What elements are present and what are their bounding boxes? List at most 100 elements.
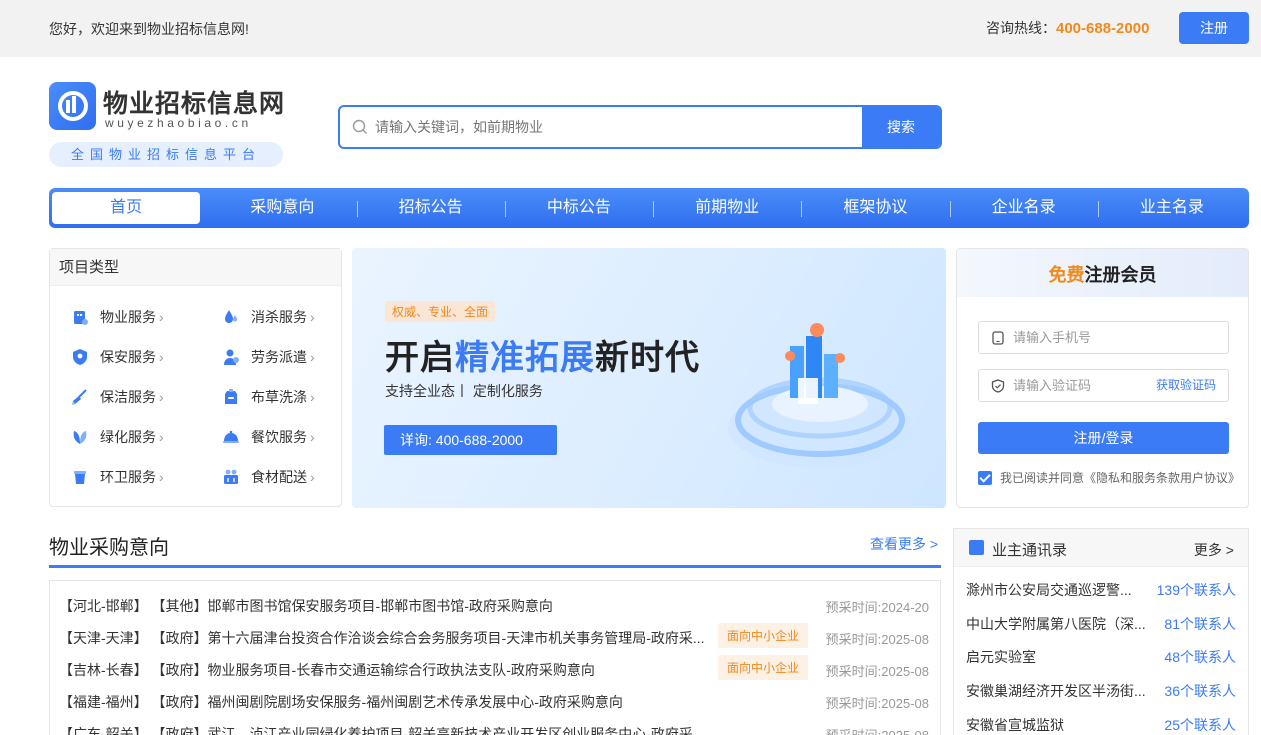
contact-name[interactable]: 安徽省宣城监狱 <box>966 715 1146 735</box>
register-button[interactable]: 注册 <box>1179 12 1249 44</box>
type-disinfection-service[interactable]: 消杀服务 › <box>222 307 315 327</box>
contact-count[interactable]: 139个联系人 <box>1157 580 1236 600</box>
agreement-checkbox[interactable] <box>978 470 992 485</box>
nav-item-purchase-intent[interactable]: 采购意向 <box>208 192 356 224</box>
broom-icon <box>72 389 87 405</box>
project-types-title: 项目类型 <box>50 249 341 286</box>
leaf-icon <box>73 431 87 444</box>
chevron-right-icon: › <box>310 309 315 325</box>
section-divider <box>49 565 941 568</box>
phone-field[interactable]: 请输入手机号 <box>978 321 1229 354</box>
list-item-time: 预采时间:2024-20 <box>825 600 929 615</box>
droplet-icon <box>225 310 237 323</box>
type-sanitation-service[interactable]: 环卫服务 › <box>71 467 164 487</box>
chevron-right-icon: › <box>310 429 315 445</box>
list-item-time: 预采时间:2025-08 <box>825 632 929 647</box>
phone-icon <box>992 331 1004 345</box>
type-greening-service[interactable]: 绿化服务 › <box>71 427 164 447</box>
list-item-title[interactable]: 【天津-天津】 【政府】第十六届津台投资合作洽谈会综合会务服务项目-天津市机关事… <box>59 628 709 648</box>
banner-headline-post: 新时代 <box>595 339 700 377</box>
contact-count[interactable]: 48个联系人 <box>1164 647 1236 667</box>
banner-subtitle: 支持全业态丨 定制化服务 <box>385 383 543 399</box>
search-button[interactable]: 搜索 <box>862 107 940 147</box>
type-label: 布草洗涤 <box>251 389 307 405</box>
list-item-time: 预采时间:2025-08 <box>825 664 929 679</box>
contact-count[interactable]: 25个联系人 <box>1164 715 1236 735</box>
logo-title: 物业招标信息网 <box>103 90 286 118</box>
contact-name[interactable]: 启元实验室 <box>966 647 1146 667</box>
type-label: 劳务派遣 <box>251 349 307 365</box>
contacts-header: 业主通讯录 更多 > <box>954 529 1248 567</box>
nav-item-tender[interactable]: 招标公告 <box>356 192 505 224</box>
code-field[interactable]: 请输入验证码 获取验证码 <box>978 369 1229 402</box>
shield-check-icon <box>991 379 1005 393</box>
type-labor-dispatch[interactable]: 劳务派遣 › <box>222 347 315 367</box>
register-login-button[interactable]: 注册/登录 <box>978 422 1229 454</box>
contact-name[interactable]: 安徽巢湖经济开发区半汤街... <box>966 681 1146 701</box>
type-linen-washing[interactable]: 布草洗涤 › <box>222 387 315 407</box>
type-label: 保洁服务 <box>100 389 156 405</box>
type-security-service[interactable]: 保安服务 › <box>71 347 164 367</box>
washer-icon <box>225 389 237 404</box>
search-icon <box>352 119 367 134</box>
main-nav: 首页 采购意向 招标公告 中标公告 前期物业 框架协议 企业名录 业主名录 <box>49 188 1249 228</box>
member-title-rest: 注册会员 <box>1084 265 1157 285</box>
type-catering-service[interactable]: 餐饮服务 › <box>222 427 315 447</box>
contact-count[interactable]: 81个联系人 <box>1164 614 1236 634</box>
banner-headline-pre: 开启 <box>385 339 455 377</box>
phone-placeholder: 请输入手机号 <box>1013 330 1092 345</box>
contact-name[interactable]: 中山大学附属第八医院（深... <box>966 614 1146 634</box>
list-item-title[interactable]: 【福建-福州】 【政府】福州闽剧院剧场安保服务-福州闽剧艺术传承发展中心-政府采… <box>59 692 709 712</box>
nav-item-home[interactable]: 首页 <box>52 192 201 224</box>
nav-item-early-property[interactable]: 前期物业 <box>653 192 801 224</box>
type-food-delivery[interactable]: 食材配送 › <box>222 467 315 487</box>
list-item-title[interactable]: 【广东-韶关】 【政府】武江、浈江产业园绿化养护项目-韶关高新技术产业开发区创业… <box>59 724 709 735</box>
chevron-right-icon: › <box>159 469 164 485</box>
cloche-icon <box>223 430 239 443</box>
contacts-title: 业主通讯录 <box>992 542 1068 559</box>
list-item-title[interactable]: 【吉林-长春】 【政府】物业服务项目-长春市交通运输综合行政执法支队-政府采购意… <box>59 660 709 680</box>
hotline-number: 400-688-2000 <box>1056 20 1150 37</box>
contact-count[interactable]: 36个联系人 <box>1164 681 1236 701</box>
nav-item-award[interactable]: 中标公告 <box>504 192 653 224</box>
owner-contacts-panel: 业主通讯录 更多 > 滁州市公安局交通巡逻警... 139个联系人 中山大学附属… <box>953 528 1249 735</box>
nav-item-owners[interactable]: 业主名录 <box>1097 192 1246 224</box>
contact-name[interactable]: 滁州市公安局交通巡逻警... <box>966 580 1146 600</box>
welcome-text: 您好，欢迎来到物业招标信息网! <box>49 21 249 37</box>
agreement-text[interactable]: 我已阅读并同意《隐私和服务条款用户协议》 <box>1000 469 1240 486</box>
get-code-button[interactable]: 获取验证码 <box>1156 370 1216 401</box>
type-label: 餐饮服务 <box>251 429 307 445</box>
nav-item-companies[interactable]: 企业名录 <box>949 192 1098 224</box>
member-register-panel: 免费注册会员 请输入手机号 请输入验证码 获取验证码 注册/登录 我已阅读并同意… <box>956 248 1249 508</box>
type-cleaning-service[interactable]: 保洁服务 › <box>71 387 164 407</box>
banner-cta-button[interactable]: 详询: 400-688-2000 <box>384 425 557 455</box>
banner-tag: 权威、专业、全面 <box>385 301 496 322</box>
purchase-more-link[interactable]: 查看更多 > <box>870 534 938 554</box>
project-types-panel: 项目类型 物业服务 › 消杀服务 › 保安服务 › 劳务派遣 › 保洁服务 › 布草洗涤 › <box>49 248 342 507</box>
contact-book-icon <box>969 540 984 555</box>
hotline-label: 咨询热线： <box>986 20 1056 36</box>
chevron-right-icon: › <box>159 429 164 445</box>
type-property-service[interactable]: 物业服务 › <box>71 307 164 327</box>
logo-icon <box>49 82 96 130</box>
type-label: 物业服务 <box>100 309 156 325</box>
purchase-section-title: 物业采购意向 <box>49 537 169 559</box>
agreement: 我已阅读并同意《隐私和服务条款用户协议》 <box>978 469 1240 486</box>
list-item-title[interactable]: 【河北-邯郸】 【其他】邯郸市图书馆保安服务项目-邯郸市图书馆-政府采购意向 <box>59 596 709 616</box>
logo-domain: wuyezhaobiao.cn <box>105 116 252 130</box>
logo-slogan: 全国物业招标信息平台 <box>49 142 283 167</box>
banner-headline-highlight: 精准拓展 <box>455 339 595 377</box>
chevron-right-icon: › <box>159 349 164 365</box>
list-item-time: 预采时间:2025-08 <box>826 725 929 735</box>
search-bar: 搜索 <box>338 105 942 149</box>
search-input[interactable] <box>375 107 855 147</box>
promo-banner[interactable]: 权威、专业、全面 开启精准拓展新时代 支持全业态丨 定制化服务 详询: 400-… <box>352 248 946 508</box>
contacts-more-link[interactable]: 更多 > <box>1194 540 1234 560</box>
member-title: 免费注册会员 <box>957 249 1248 297</box>
chevron-right-icon: › <box>310 389 315 405</box>
banner-headline: 开启精准拓展新时代 <box>385 330 700 379</box>
type-label: 环卫服务 <box>100 469 156 485</box>
worker-icon <box>224 349 239 365</box>
chevron-right-icon: › <box>310 469 315 485</box>
nav-item-framework[interactable]: 框架协议 <box>801 192 949 224</box>
